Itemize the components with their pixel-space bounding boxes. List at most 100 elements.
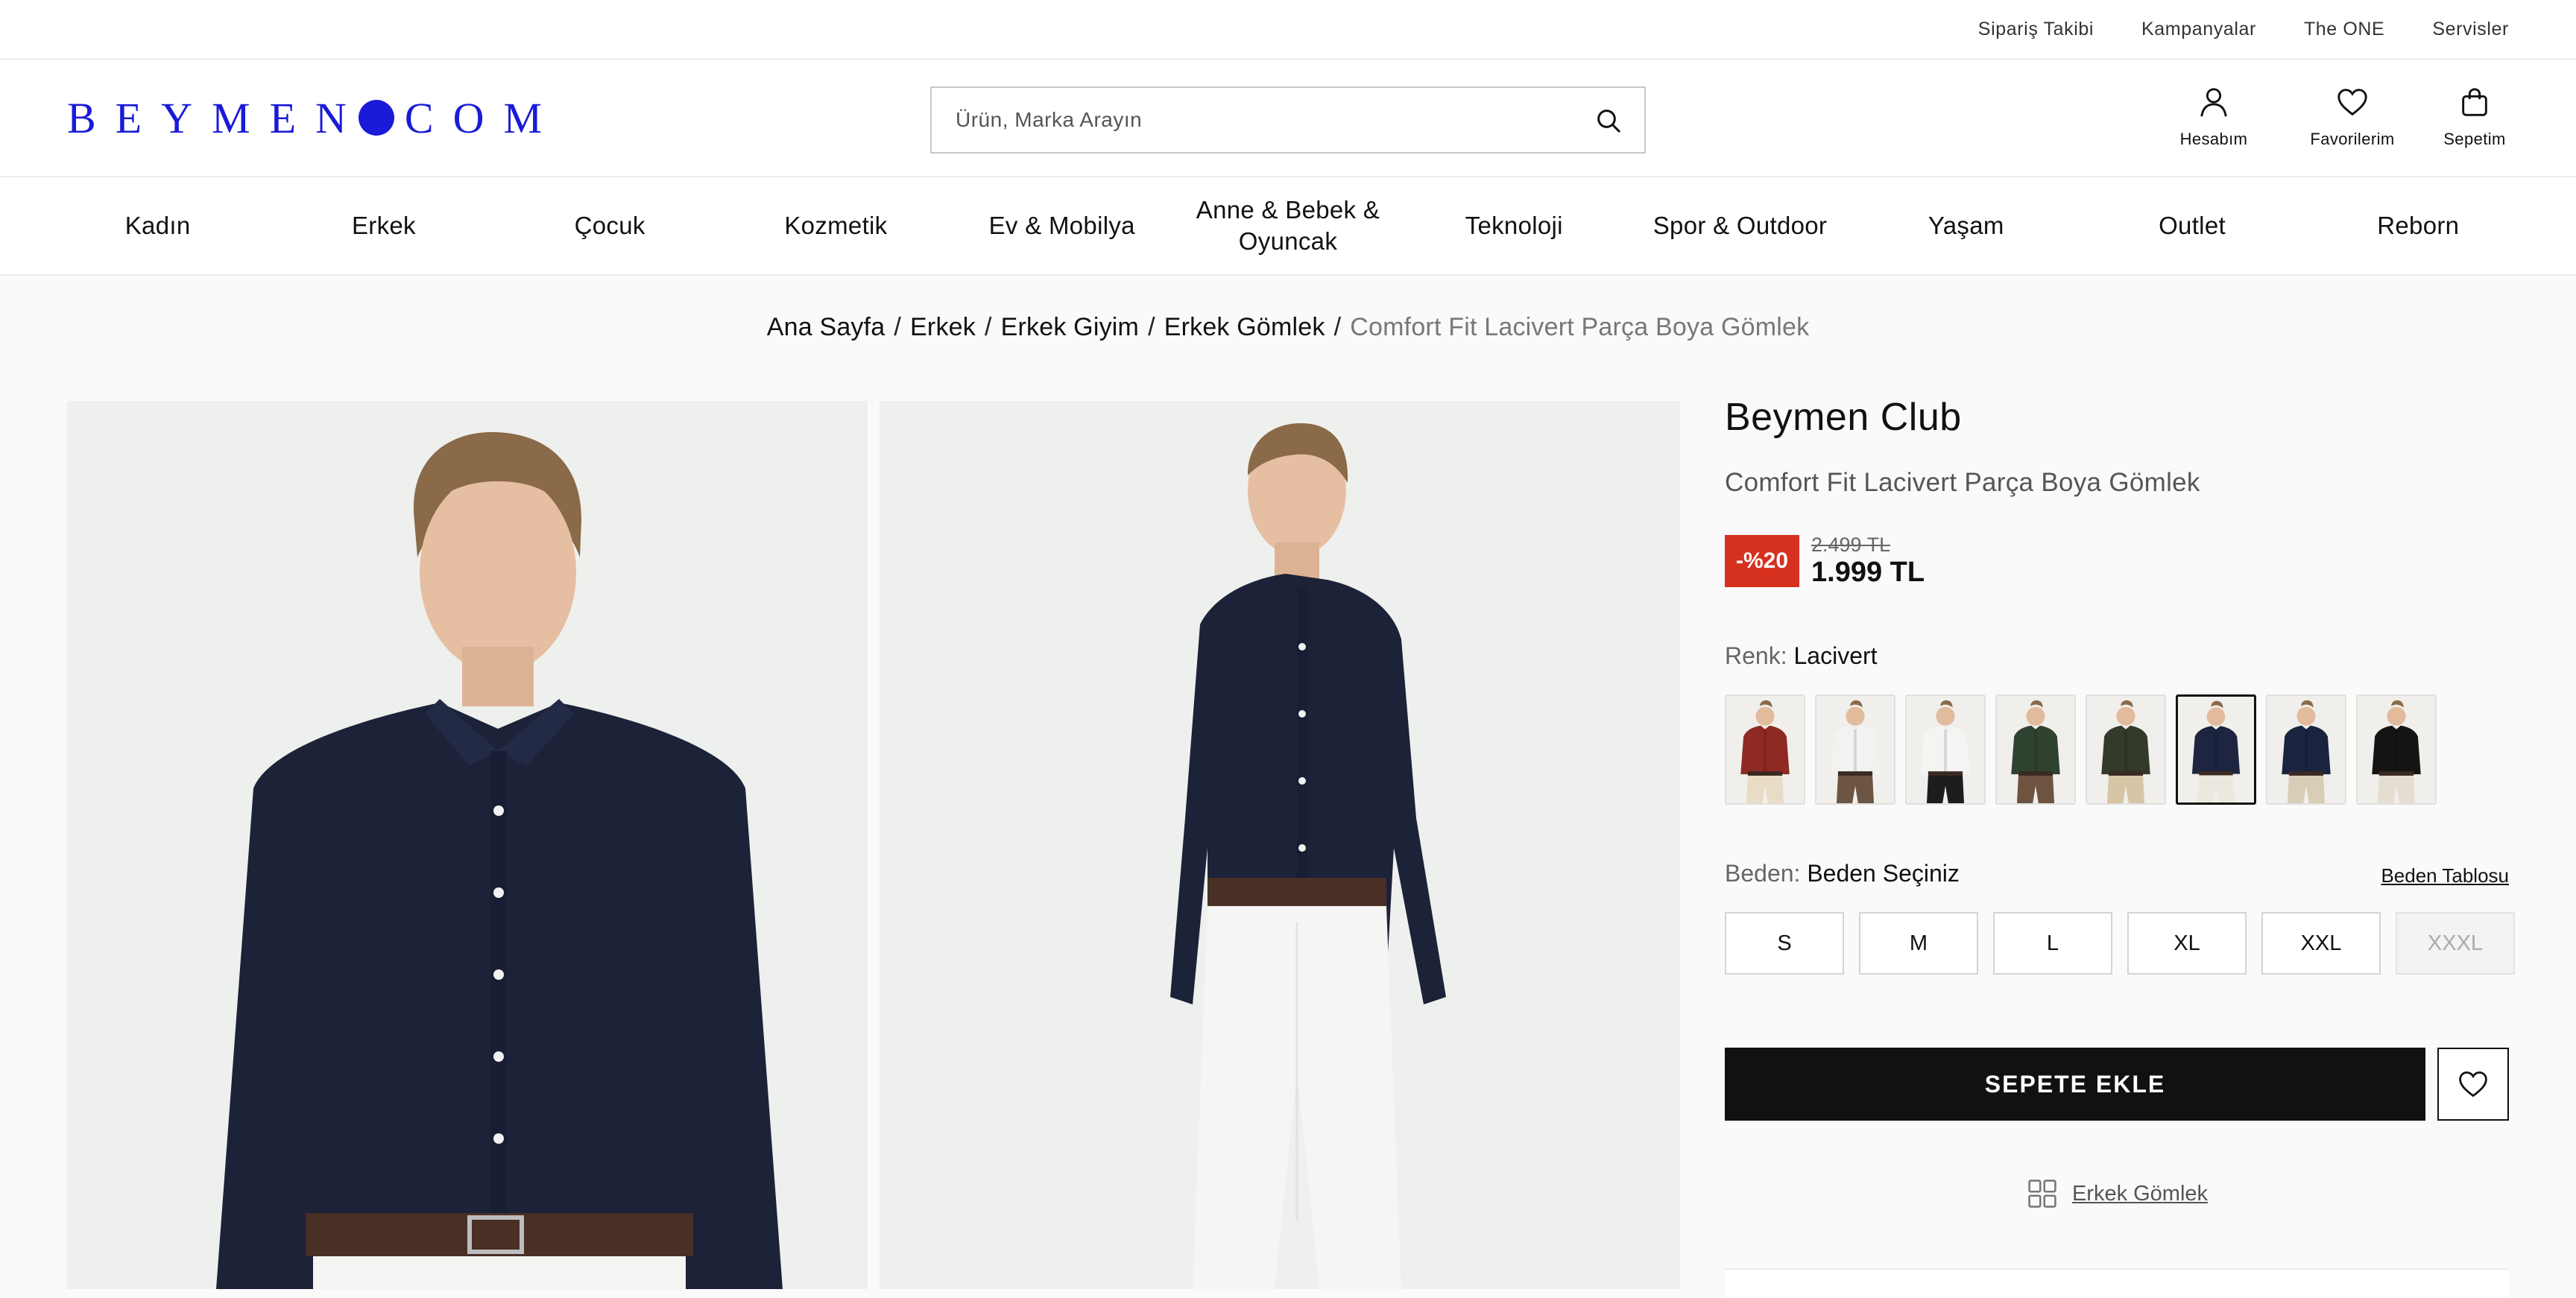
swatch-shape (2296, 706, 2316, 726)
swatch-shape (2206, 707, 2226, 726)
user-icon (2200, 88, 2227, 117)
swatch-thumbnail (2358, 696, 2435, 803)
swatch-shape (1755, 706, 1775, 726)
nav-item-cocuk[interactable]: Çocuk (497, 177, 723, 274)
swatch-shape (2018, 771, 2053, 776)
color-swatch[interactable] (1905, 694, 1986, 805)
beymen-logo[interactable]: BEYMEN COM (67, 94, 561, 142)
swatch-shape (2395, 729, 2398, 773)
swatch-thumbnail (1907, 696, 1984, 803)
utility-links: Sipariş Takibi Kampanyalar The ONE Servi… (1978, 0, 2509, 58)
size-option-xl[interactable]: XL (2127, 912, 2247, 975)
favorites-label: Favorilerim (2310, 130, 2395, 148)
swatch-shape (2026, 706, 2045, 726)
color-swatch[interactable] (2266, 694, 2346, 805)
swatch-shape (1928, 771, 1963, 776)
nav-item-spor-outdoor[interactable]: Spor & Outdoor (1627, 177, 1853, 274)
breadcrumb-separator: / (894, 313, 902, 341)
breadcrumb-current: Comfort Fit Lacivert Parça Boya Gömlek (1350, 313, 1810, 341)
model-side-illustration (880, 401, 1680, 1289)
nav-item-anne-bebek-oyuncak[interactable]: Anne & Bebek & Oyuncak (1175, 177, 1401, 274)
nav-item-teknoloji[interactable]: Teknoloji (1401, 177, 1627, 274)
price-values: 2.499 TL 1.999 TL (1811, 534, 1925, 589)
the-one-link[interactable]: The ONE (2304, 19, 2384, 40)
color-swatch[interactable] (2086, 694, 2166, 805)
product-name: Comfort Fit Lacivert Parça Boya Gömlek (1725, 468, 2200, 497)
category-nav: Kadın Erkek Çocuk Kozmetik Ev & Mobilya … (0, 177, 2576, 276)
color-swatch[interactable] (1995, 694, 2076, 805)
header-actions: Hesabım Favorilerim Sepetim (2163, 85, 2509, 149)
breadcrumb-erkek[interactable]: Erkek (910, 313, 976, 341)
size-option-xxxl: XXXL (2396, 912, 2515, 975)
discount-badge: -%20 (1725, 535, 1799, 587)
product-image-side[interactable] (880, 401, 1680, 1289)
top-utility-bar: Sipariş Takibi Kampanyalar The ONE Servi… (0, 0, 2576, 60)
nav-item-ev-mobilya[interactable]: Ev & Mobilya (949, 177, 1175, 274)
nav-item-reborn[interactable]: Reborn (2305, 177, 2531, 274)
swatch-shape (2034, 729, 2037, 773)
swatch-shape (1846, 706, 1865, 726)
swatch-shape (1854, 729, 1857, 773)
color-swatch[interactable] (1725, 694, 1805, 805)
services-link[interactable]: Servisler (2432, 19, 2509, 40)
cart-button[interactable]: Sepetim (2440, 85, 2509, 149)
size-option-l[interactable]: L (1993, 912, 2112, 975)
swatch-shape (2214, 729, 2217, 773)
color-selector-label: Renk: Lacivert (1725, 642, 1878, 670)
category-link[interactable]: Erkek Gömlek (1725, 1177, 2509, 1210)
size-option-xxl[interactable]: XXL (2261, 912, 2381, 975)
nav-item-kozmetik[interactable]: Kozmetik (723, 177, 949, 274)
current-price: 1.999 TL (1811, 557, 1925, 588)
nav-item-outlet[interactable]: Outlet (2079, 177, 2305, 274)
color-swatch[interactable] (2356, 694, 2437, 805)
old-price: 2.499 TL (1811, 534, 1891, 556)
swatch-shape (2116, 706, 2135, 726)
cart-label: Sepetim (2443, 130, 2506, 148)
account-button[interactable]: Hesabım (2163, 85, 2264, 149)
swatch-shape (2288, 771, 2324, 776)
logo-text-right: COM (404, 93, 562, 142)
breadcrumb-erkek-giyim[interactable]: Erkek Giyim (1001, 313, 1139, 341)
swatch-thumbnail (1726, 696, 1804, 803)
breadcrumb-separator: / (984, 313, 992, 341)
nav-item-yasam[interactable]: Yaşam (1853, 177, 2079, 274)
heart-icon (2459, 1071, 2487, 1098)
search-icon[interactable] (1594, 106, 1623, 136)
size-selector-label: Beden: Beden Seçiniz (1725, 860, 1960, 887)
swatch-thumbnail (2267, 696, 2345, 803)
model-front-illustration (67, 401, 868, 1289)
color-swatch[interactable] (1815, 694, 1895, 805)
swatch-shape (2387, 706, 2406, 726)
account-label: Hesabım (2179, 130, 2248, 148)
order-tracking-link[interactable]: Sipariş Takibi (1978, 19, 2094, 40)
grid-icon (2028, 1180, 2056, 1208)
campaigns-link[interactable]: Kampanyalar (2141, 19, 2256, 40)
color-swatch-selected[interactable] (2176, 694, 2256, 805)
heart-icon (2337, 89, 2367, 116)
size-chart-link[interactable]: Beden Tablosu (2381, 864, 2509, 887)
size-option-s[interactable]: S (1725, 912, 1844, 975)
shopping-bag-icon (2462, 88, 2487, 116)
swatch-shape (2199, 770, 2233, 776)
nav-item-kadin[interactable]: Kadın (45, 177, 271, 274)
swatch-shape (1936, 706, 1955, 726)
breadcrumb-home[interactable]: Ana Sayfa (767, 313, 886, 341)
add-to-cart-button[interactable]: SEPETE EKLE (1725, 1048, 2425, 1121)
product-image-front[interactable] (67, 401, 868, 1289)
swatch-thumbnail (2178, 697, 2254, 802)
nav-item-erkek[interactable]: Erkek (271, 177, 496, 274)
swatch-shape (2124, 729, 2127, 773)
swatch-shape (2108, 771, 2144, 776)
size-options: S M L XL XXL XXXL (1725, 912, 2515, 975)
breadcrumb-separator: / (1148, 313, 1155, 341)
product-brand[interactable]: Beymen Club (1725, 395, 2509, 440)
breadcrumb-separator: / (1333, 313, 1342, 341)
breadcrumb-erkek-gomlek[interactable]: Erkek Gömlek (1164, 313, 1325, 341)
search-box (930, 86, 1646, 153)
breadcrumb: Ana Sayfa / Erkek / Erkek Giyim / Erkek Gömlek… (0, 313, 2576, 342)
size-option-m[interactable]: M (1859, 912, 1978, 975)
swatch-shape (2378, 771, 2414, 776)
favorites-button[interactable]: Favorilerim (2302, 85, 2403, 149)
search-input[interactable] (932, 88, 1573, 152)
add-to-favorites-button[interactable] (2437, 1048, 2509, 1121)
